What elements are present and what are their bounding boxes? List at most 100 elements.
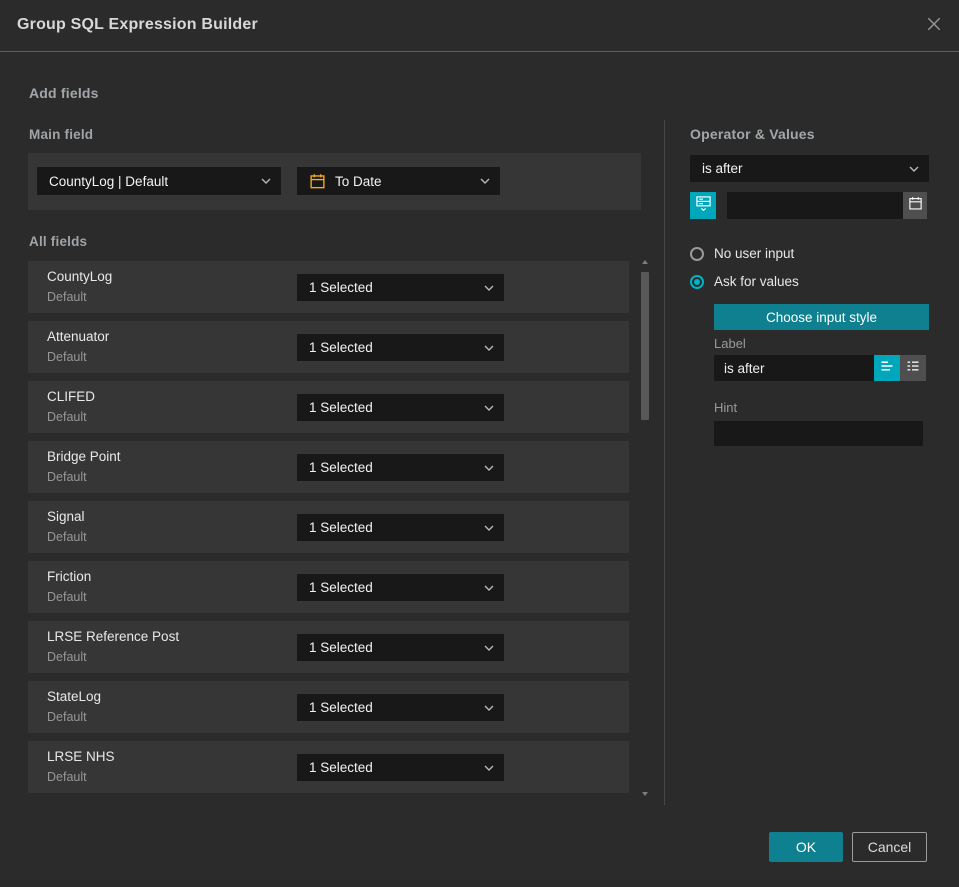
chevron-down-icon [484, 465, 494, 471]
close-icon [926, 16, 942, 37]
cancel-button[interactable]: Cancel [852, 832, 927, 862]
dropdown-value: 1 Selected [309, 580, 373, 595]
field-subtitle: Default [47, 710, 87, 724]
field-subtitle: Default [47, 290, 87, 304]
chevron-down-icon [480, 178, 490, 184]
chevron-down-icon [484, 705, 494, 711]
field-row: LRSE NHS Default 1 Selected [28, 741, 629, 793]
label-field-label: Label [714, 336, 746, 351]
field-subtitle: Default [47, 530, 87, 544]
list-picker-icon [695, 195, 712, 217]
field-subtitle: Default [47, 590, 87, 604]
dialog-title: Group SQL Expression Builder [17, 16, 258, 33]
field-subtitle: Default [47, 650, 87, 664]
field-row: CLIFED Default 1 Selected [28, 381, 629, 433]
dialog-header: Group SQL Expression Builder [0, 0, 959, 52]
hint-input[interactable] [714, 421, 923, 446]
field-name: CountyLog [47, 269, 113, 284]
all-fields-list: CountyLog Default 1 Selected Attenuator … [28, 261, 629, 793]
dropdown-value: 1 Selected [309, 340, 373, 355]
scrollbar-thumb[interactable] [641, 272, 649, 420]
chevron-down-icon [484, 525, 494, 531]
dropdown-value: 1 Selected [309, 400, 373, 415]
add-fields-heading: Add fields [29, 85, 99, 101]
radio-selected-icon [690, 274, 704, 289]
field-subtitle: Default [47, 410, 87, 424]
field-selection-dropdown[interactable]: 1 Selected [297, 394, 504, 421]
field-subtitle: Default [47, 350, 87, 364]
field-name: Signal [47, 509, 85, 524]
field-row: StateLog Default 1 Selected [28, 681, 629, 733]
operator-values-heading: Operator & Values [690, 126, 815, 142]
operator-select[interactable]: is after [690, 155, 929, 182]
field-selection-dropdown[interactable]: 1 Selected [297, 274, 504, 301]
field-name: LRSE Reference Post [47, 629, 180, 644]
list-style-icon [905, 358, 921, 379]
field-selection-dropdown[interactable]: 1 Selected [297, 454, 504, 481]
input-style-text-button[interactable] [874, 355, 900, 381]
radio-label: Ask for values [714, 274, 799, 289]
choose-input-style-button[interactable]: Choose input style [714, 304, 929, 330]
radio-no-user-input[interactable]: No user input [690, 246, 794, 261]
dropdown-value: 1 Selected [309, 460, 373, 475]
fields-scrollbar[interactable] [641, 258, 649, 798]
chevron-down-icon [261, 178, 271, 184]
hint-field-label: Hint [714, 400, 738, 415]
dropdown-value: To Date [335, 173, 382, 189]
scroll-up-arrow-icon[interactable] [642, 260, 648, 264]
dropdown-value: 1 Selected [309, 640, 373, 655]
field-row: LRSE Reference Post Default 1 Selected [28, 621, 629, 673]
label-input[interactable] [714, 355, 874, 381]
value-input[interactable] [727, 192, 903, 219]
field-name: CLIFED [47, 389, 96, 404]
input-style-list-button[interactable] [900, 355, 926, 381]
field-name: StateLog [47, 689, 102, 704]
dropdown-value: 1 Selected [309, 280, 373, 295]
dropdown-value: CountyLog | Default [49, 173, 169, 189]
main-field-label: Main field [29, 127, 94, 142]
field-name: Bridge Point [47, 449, 121, 464]
radio-ask-for-values[interactable]: Ask for values [690, 274, 799, 289]
field-row: Friction Default 1 Selected [28, 561, 629, 613]
field-name: LRSE NHS [47, 749, 115, 764]
main-field-date-select[interactable]: To Date [297, 167, 500, 195]
field-row: Bridge Point Default 1 Selected [28, 441, 629, 493]
all-fields-label: All fields [29, 234, 88, 249]
dropdown-value: 1 Selected [309, 520, 373, 535]
field-selection-dropdown[interactable]: 1 Selected [297, 634, 504, 661]
field-selection-dropdown[interactable]: 1 Selected [297, 334, 504, 361]
field-row: CountyLog Default 1 Selected [28, 261, 629, 313]
dropdown-value: 1 Selected [309, 760, 373, 775]
chevron-down-icon [484, 765, 494, 771]
chevron-down-icon [909, 166, 919, 172]
field-name: Attenuator [47, 329, 110, 344]
field-selection-dropdown[interactable]: 1 Selected [297, 514, 504, 541]
calendar-icon [908, 196, 923, 216]
close-button[interactable] [922, 14, 946, 38]
chevron-down-icon [484, 405, 494, 411]
field-row: Signal Default 1 Selected [28, 501, 629, 553]
dropdown-value: 1 Selected [309, 700, 373, 715]
date-picker-button[interactable] [903, 192, 927, 219]
calendar-icon [309, 173, 326, 190]
ok-button[interactable]: OK [769, 832, 843, 862]
chevron-down-icon [484, 345, 494, 351]
dropdown-value: is after [702, 161, 743, 176]
text-input-style-icon [879, 358, 895, 379]
field-selection-dropdown[interactable]: 1 Selected [297, 694, 504, 721]
radio-label: No user input [714, 246, 795, 261]
scroll-down-arrow-icon[interactable] [642, 792, 648, 796]
field-selection-dropdown[interactable]: 1 Selected [297, 574, 504, 601]
chevron-down-icon [484, 645, 494, 651]
field-name: Friction [47, 569, 92, 584]
radio-icon [690, 246, 704, 261]
section-divider [664, 120, 665, 805]
chevron-down-icon [484, 585, 494, 591]
value-type-button[interactable] [690, 192, 716, 219]
main-field-panel: CountyLog | Default To Date [28, 153, 641, 210]
field-subtitle: Default [47, 470, 87, 484]
main-field-select[interactable]: CountyLog | Default [37, 167, 281, 195]
field-row: Attenuator Default 1 Selected [28, 321, 629, 373]
field-selection-dropdown[interactable]: 1 Selected [297, 754, 504, 781]
field-subtitle: Default [47, 770, 87, 784]
